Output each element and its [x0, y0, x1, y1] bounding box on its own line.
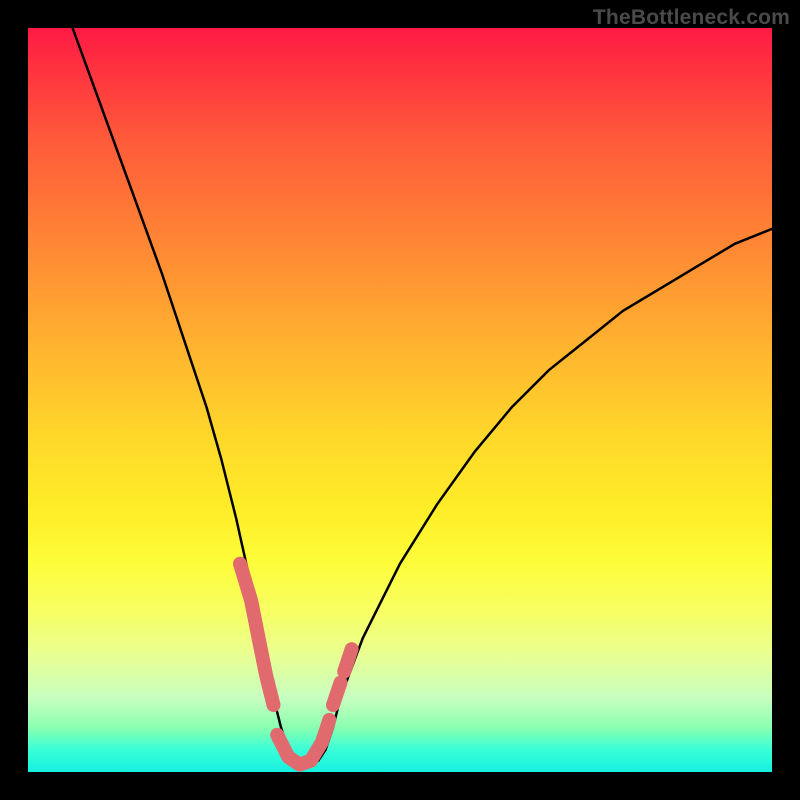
- plot-area: [28, 28, 772, 772]
- chart-svg: [28, 28, 772, 772]
- watermark-text: TheBottleneck.com: [593, 6, 790, 30]
- highlight-curve: [240, 564, 352, 765]
- main-curve: [73, 28, 772, 765]
- chart-container: TheBottleneck.com: [0, 0, 800, 800]
